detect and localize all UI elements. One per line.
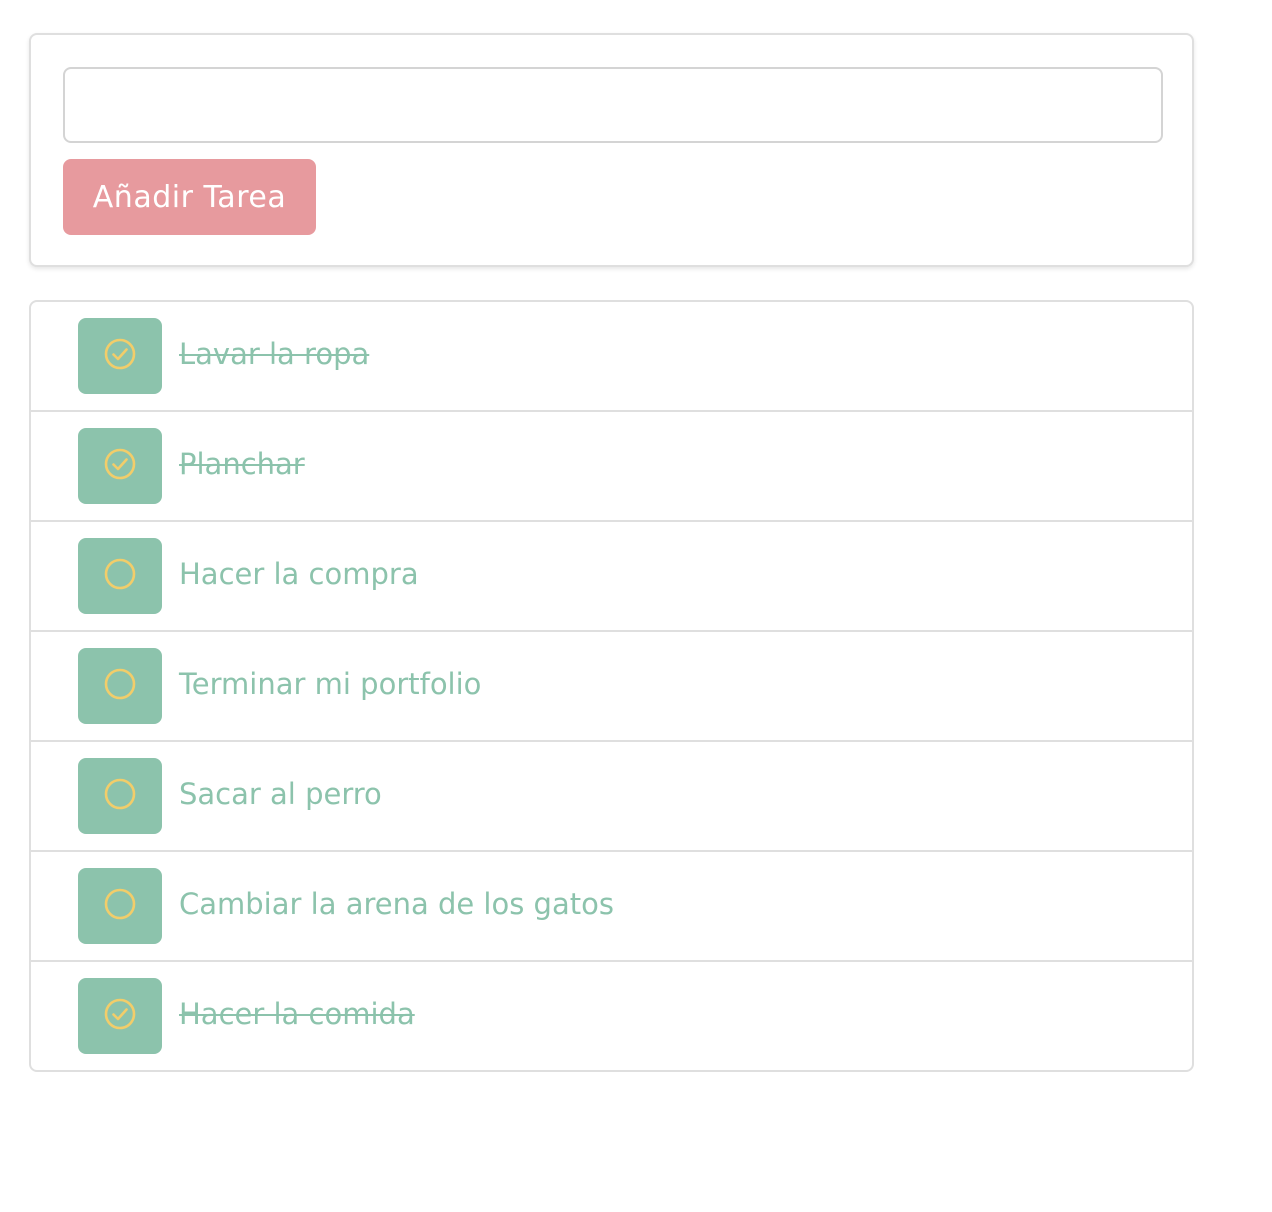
- task-item: Lavar la ropa: [31, 302, 1192, 412]
- task-label: Cambiar la arena de los gatos: [179, 887, 614, 921]
- task-item: Planchar: [31, 412, 1192, 522]
- task-label: Terminar mi portfolio: [179, 667, 482, 701]
- task-label: Sacar al perro: [179, 777, 382, 811]
- task-label: Planchar: [179, 447, 305, 481]
- add-task-card: Añadir Tarea: [29, 33, 1194, 267]
- toggle-done-button[interactable]: [78, 758, 162, 834]
- task-list: Lavar la ropa Planchar Hacer la compra Term…: [29, 300, 1194, 1072]
- task-item: Hacer la compra: [31, 522, 1192, 632]
- check-circle-icon: [103, 997, 137, 1035]
- toggle-done-button[interactable]: [78, 648, 162, 724]
- task-item: Cambiar la arena de los gatos: [31, 852, 1192, 962]
- check-circle-icon: [103, 337, 137, 375]
- task-item: Terminar mi portfolio: [31, 632, 1192, 742]
- circle-icon: [103, 887, 137, 925]
- toggle-done-button[interactable]: [78, 978, 162, 1054]
- task-label: Hacer la comida: [179, 997, 415, 1031]
- task-input[interactable]: [63, 67, 1163, 143]
- toggle-done-button[interactable]: [78, 318, 162, 394]
- task-label: Lavar la ropa: [179, 337, 370, 371]
- toggle-done-button[interactable]: [78, 538, 162, 614]
- toggle-done-button[interactable]: [78, 868, 162, 944]
- check-circle-icon: [103, 447, 137, 485]
- task-item: Hacer la comida: [31, 962, 1192, 1070]
- task-item: Sacar al perro: [31, 742, 1192, 852]
- add-task-button[interactable]: Añadir Tarea: [63, 159, 316, 235]
- circle-icon: [103, 777, 137, 815]
- circle-icon: [103, 667, 137, 705]
- task-label: Hacer la compra: [179, 557, 419, 591]
- circle-icon: [103, 557, 137, 595]
- toggle-done-button[interactable]: [78, 428, 162, 504]
